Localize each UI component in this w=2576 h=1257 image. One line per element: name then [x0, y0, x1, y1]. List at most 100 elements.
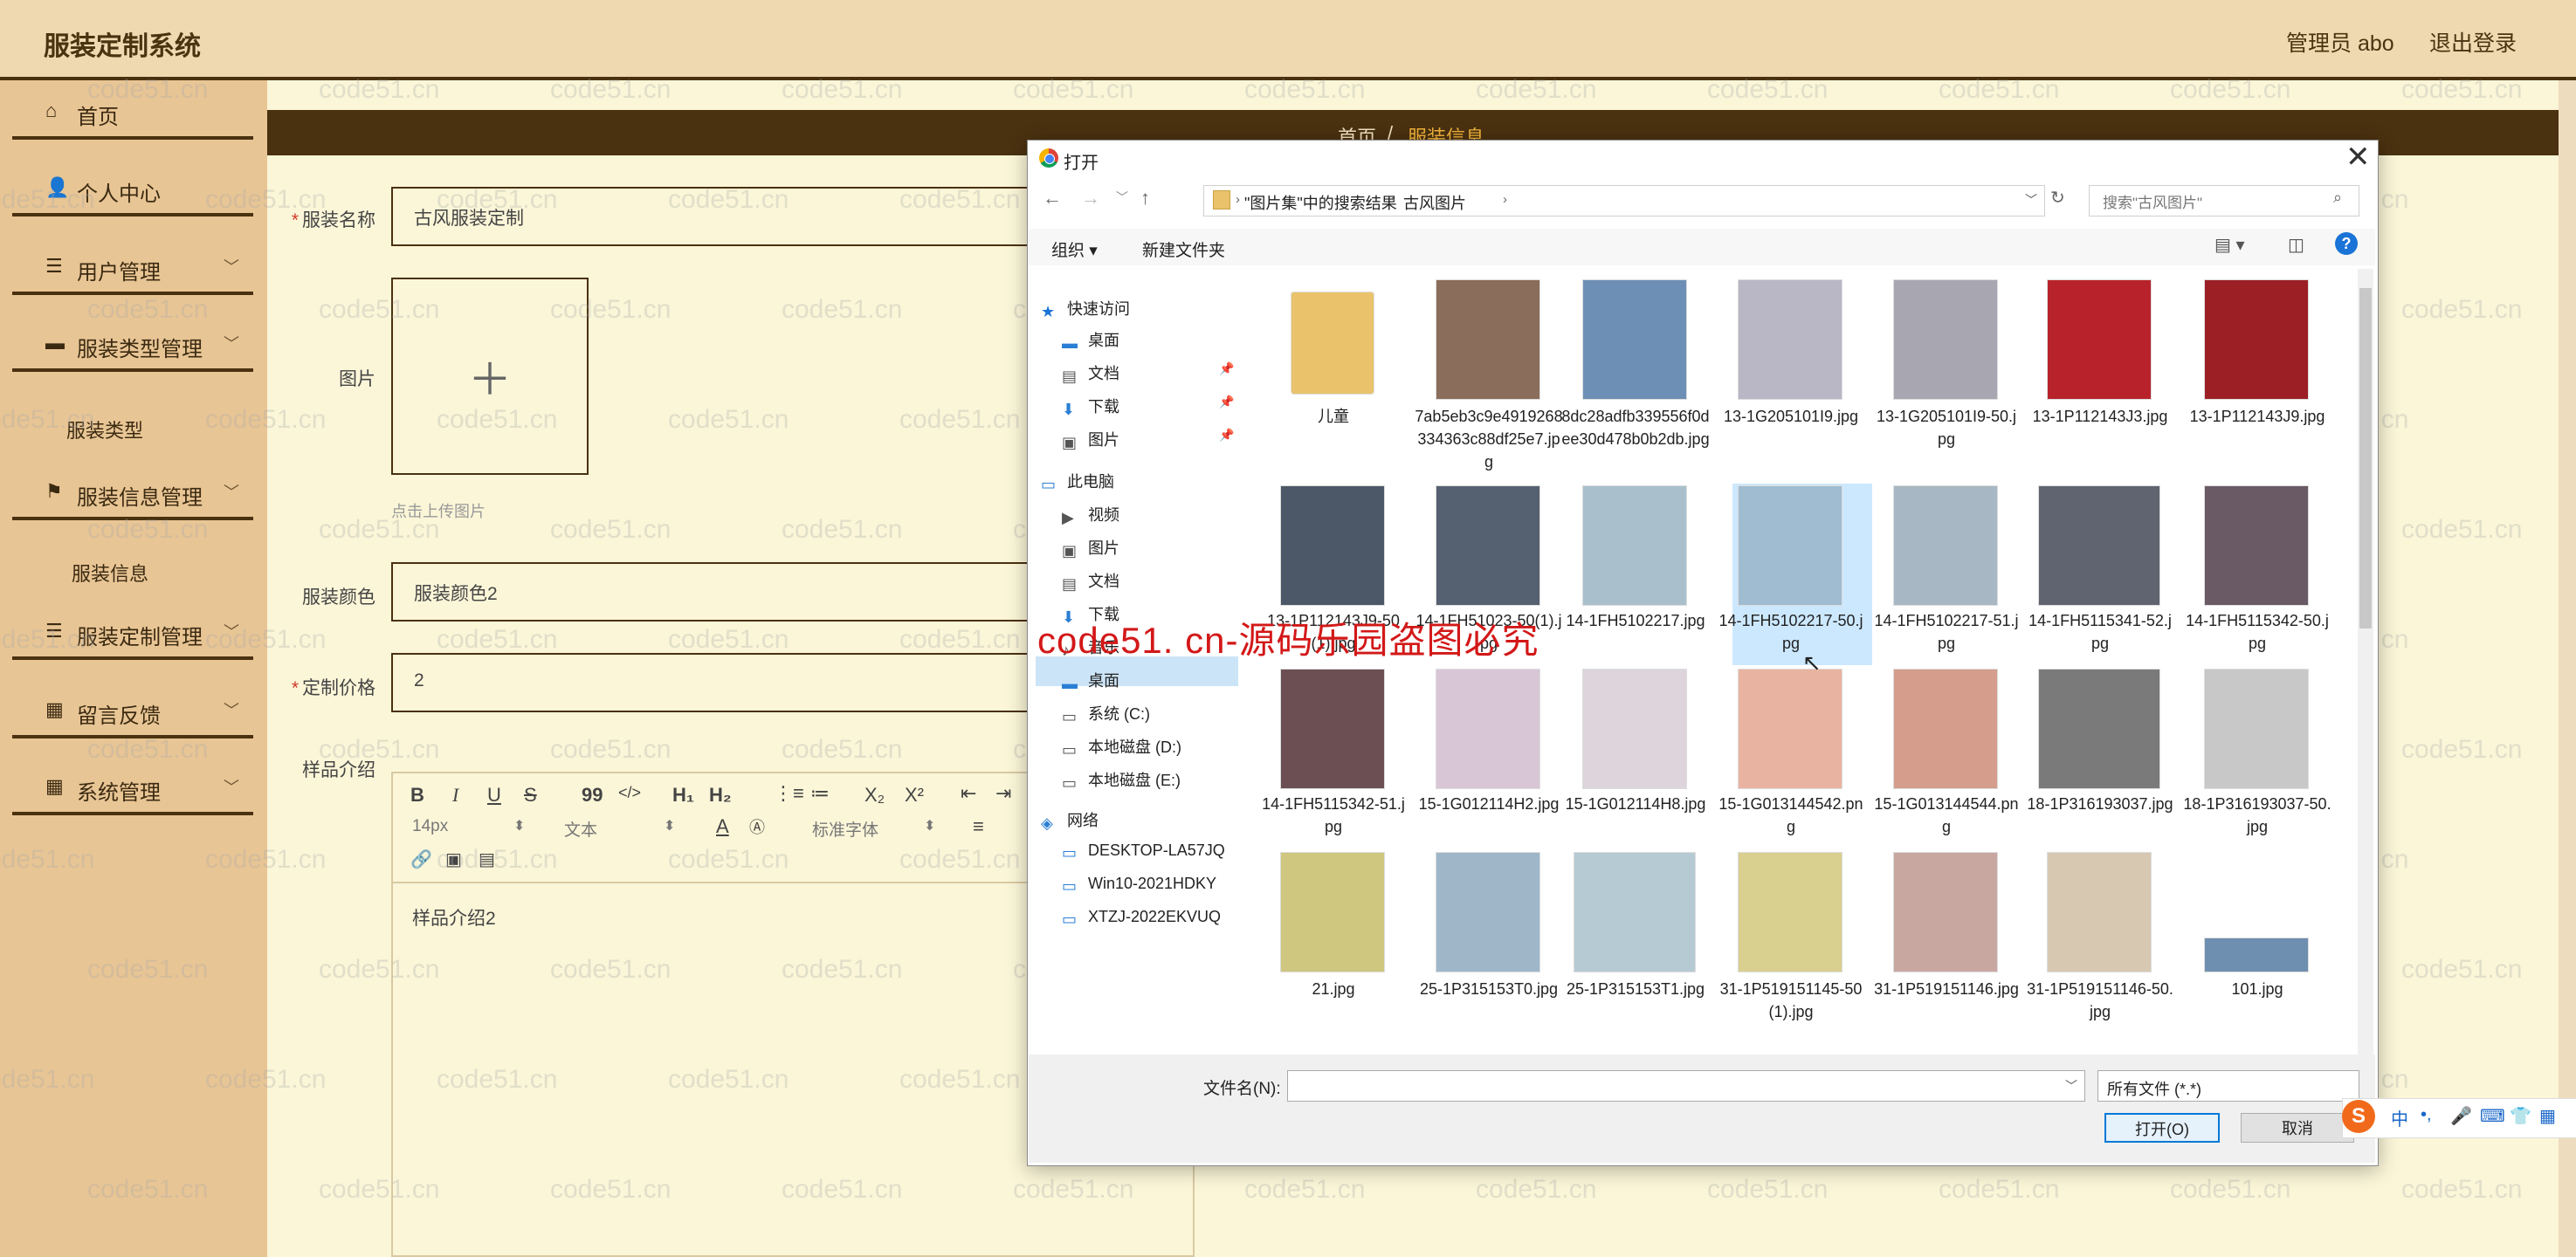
strike-button[interactable]: S — [524, 784, 537, 807]
file-name[interactable]: 15-1G012114H2.jpg — [1415, 793, 1563, 815]
tree-item[interactable]: ▭ 此电脑 — [1041, 470, 1114, 493]
filename-input[interactable]: ﹀ — [1287, 1070, 2085, 1102]
image-thumbnail[interactable] — [1893, 669, 1998, 789]
underline-button[interactable]: U — [487, 784, 501, 807]
sidebar-item-clothing-type-mgmt[interactable]: ▬ 服装类型管理 ﹀ — [12, 319, 253, 372]
file-name[interactable]: 15-1G013144544.png — [1872, 793, 2021, 838]
open-button[interactable]: 打开(O) — [2104, 1113, 2220, 1143]
file-name[interactable]: 31-1P519151146.jpg — [1872, 978, 2021, 1000]
image-thumbnail[interactable] — [1280, 852, 1385, 972]
tree-item[interactable]: ▤ 文档 — [1062, 569, 1119, 593]
help-icon[interactable]: ? — [2335, 232, 2358, 255]
file-name[interactable]: 14-1FH5115341-52.jpg — [2026, 609, 2174, 655]
font-family-select[interactable]: 标准字体 — [812, 817, 878, 841]
preview-pane-icon[interactable]: ◫ — [2288, 234, 2304, 256]
tree-item[interactable]: ▭ Win10-2021HDKY — [1062, 875, 1216, 895]
image-thumbnail[interactable] — [1280, 485, 1385, 606]
tree-item[interactable]: ▭ 本地磁盘 (E:) — [1062, 768, 1181, 792]
h1-button[interactable]: H₁ — [672, 784, 694, 807]
image-thumbnail[interactable] — [1893, 852, 1998, 972]
sidebar-item-clothing-info-mgmt[interactable]: ⚑ 服装信息管理 ﹀ — [12, 468, 253, 520]
ime-item[interactable]: 🎤 — [2450, 1105, 2472, 1127]
link-icon[interactable]: 🔗 — [410, 848, 432, 870]
tree-item[interactable]: ◈ 网络 — [1041, 808, 1099, 832]
sidebar-item-custom-mgmt[interactable]: ☰ 服装定制管理 ﹀ — [12, 608, 253, 660]
subscript-button[interactable]: X₂ — [864, 784, 885, 807]
ime-item[interactable]: •, — [2421, 1105, 2432, 1125]
image-thumbnail[interactable] — [2038, 485, 2160, 606]
file-name[interactable]: 21.jpg — [1259, 978, 1408, 1000]
cancel-button[interactable]: 取消 — [2241, 1113, 2354, 1143]
image-thumbnail[interactable] — [1738, 485, 1842, 606]
file-name[interactable]: 31-1P519151145-50 (1).jpg — [1717, 978, 1865, 1023]
tree-item[interactable]: ▭ DESKTOP-LA57JQ — [1062, 841, 1225, 862]
align-button[interactable]: ≡ — [973, 815, 984, 838]
image-thumbnail[interactable] — [2204, 938, 2309, 972]
image-thumbnail[interactable] — [1893, 485, 1998, 606]
tree-item[interactable]: ▬ 桌面 — [1062, 669, 1119, 692]
indent-button[interactable]: ⇥ — [995, 782, 1011, 805]
view-options-icon[interactable]: ▤ ▾ — [2214, 234, 2245, 256]
scrollbar-thumb[interactable] — [2359, 288, 2372, 628]
organize-button[interactable]: 组织 ▾ — [1051, 237, 1098, 261]
sidebar-item-home[interactable]: ⌂ 首页 — [12, 87, 253, 140]
folder-icon[interactable] — [1291, 292, 1374, 395]
image-thumbnail[interactable] — [1582, 485, 1687, 606]
tree-item[interactable]: ▤ 文档 📌 — [1062, 361, 1234, 385]
image-thumbnail[interactable] — [1582, 669, 1687, 789]
new-folder-button[interactable]: 新建文件夹 — [1142, 237, 1225, 261]
ime-logo-icon[interactable]: S — [2342, 1100, 2375, 1133]
image-thumbnail[interactable] — [1436, 485, 1540, 606]
superscript-button[interactable]: X² — [905, 784, 924, 807]
font-color-icon[interactable]: A — [716, 815, 729, 838]
logout-link[interactable]: 退出登录 — [2429, 26, 2517, 58]
image-thumbnail[interactable] — [2204, 485, 2309, 606]
image-thumbnail[interactable] — [1893, 279, 1998, 400]
ime-item[interactable]: ▦ — [2539, 1105, 2556, 1127]
file-name[interactable]: 7ab5eb3c9e4919268334363c88df25e7.jpg — [1415, 405, 1563, 473]
sidebar-subitem-clothing-type[interactable]: 服装类型 — [66, 416, 143, 443]
image-thumbnail[interactable] — [1436, 852, 1540, 972]
tree-item[interactable]: ▣ 图片 📌 — [1062, 428, 1234, 451]
file-name[interactable]: 101.jpg — [2183, 978, 2331, 1000]
sidebar-subitem-clothing-info[interactable]: 服装信息 — [72, 559, 148, 587]
font-size-select[interactable]: 14px — [412, 817, 448, 836]
tree-item[interactable]: ▬ 桌面 — [1062, 328, 1119, 352]
image-thumbnail[interactable] — [1436, 279, 1540, 400]
file-name[interactable]: 31-1P519151146-50.jpg — [2026, 978, 2174, 1023]
tree-item[interactable]: ★ 快速访问 — [1041, 297, 1130, 320]
tree-item[interactable]: ▭ 本地磁盘 (D:) — [1062, 735, 1181, 759]
breadcrumb-path-1[interactable]: 古风图片 — [1403, 191, 1466, 214]
image-thumbnail[interactable] — [2047, 279, 2152, 400]
ime-item[interactable]: 👕 — [2510, 1105, 2531, 1127]
file-name[interactable]: 14-1FH5102217-51.jpg — [1872, 609, 2021, 655]
file-name[interactable]: 13-1G205101I9-50.jpg — [1872, 405, 2021, 450]
back-icon[interactable]: ← — [1043, 187, 1062, 210]
sidebar-item-system[interactable]: ▦ 系统管理 ﹀ — [12, 763, 253, 815]
outdent-button[interactable]: ⇤ — [961, 782, 976, 805]
file-type-select[interactable]: 所有文件 (*.*) — [2097, 1070, 2359, 1102]
image-thumbnail[interactable] — [1280, 669, 1385, 789]
sidebar-item-users[interactable]: ☰ 用户管理 ﹀ — [12, 243, 253, 295]
page-scrollbar[interactable] — [2559, 80, 2576, 1257]
file-name[interactable]: 18-1P316193037.jpg — [2026, 793, 2174, 815]
ime-item[interactable]: 中 — [2391, 1105, 2408, 1130]
chevron-down-icon[interactable]: ﹀ — [2065, 1077, 2077, 1095]
h2-button[interactable]: H₂ — [709, 784, 732, 807]
file-name[interactable]: 14-1FH5102217.jpg — [1561, 609, 1710, 632]
file-name[interactable]: 8dc28adfb339556f0dee30d478b0b2db.jpg — [1561, 405, 1710, 450]
tree-item[interactable]: ▣ 图片 — [1062, 536, 1119, 560]
image-insert-icon[interactable]: ▣ — [445, 848, 462, 870]
tree-item[interactable]: ⬇ 下载 📌 — [1062, 395, 1234, 418]
image-thumbnail[interactable] — [2204, 669, 2309, 789]
breadcrumb-path-0[interactable]: "图片集"中的搜索结果 — [1244, 191, 1397, 214]
bold-button[interactable]: B — [410, 784, 424, 807]
file-name[interactable]: 13-1G205101I9.jpg — [1717, 405, 1865, 428]
file-name[interactable]: 14-1FH5115342-50.jpg — [2183, 609, 2331, 655]
image-thumbnail[interactable] — [1574, 852, 1696, 972]
table-insert-icon[interactable]: ▤ — [479, 848, 495, 870]
tree-item[interactable]: ▭ 系统 (C:) — [1062, 702, 1150, 725]
file-name[interactable]: 18-1P316193037-50.jpg — [2183, 793, 2331, 838]
quote-button[interactable]: 99 — [582, 784, 603, 807]
close-icon[interactable]: ✕ — [2345, 140, 2371, 175]
